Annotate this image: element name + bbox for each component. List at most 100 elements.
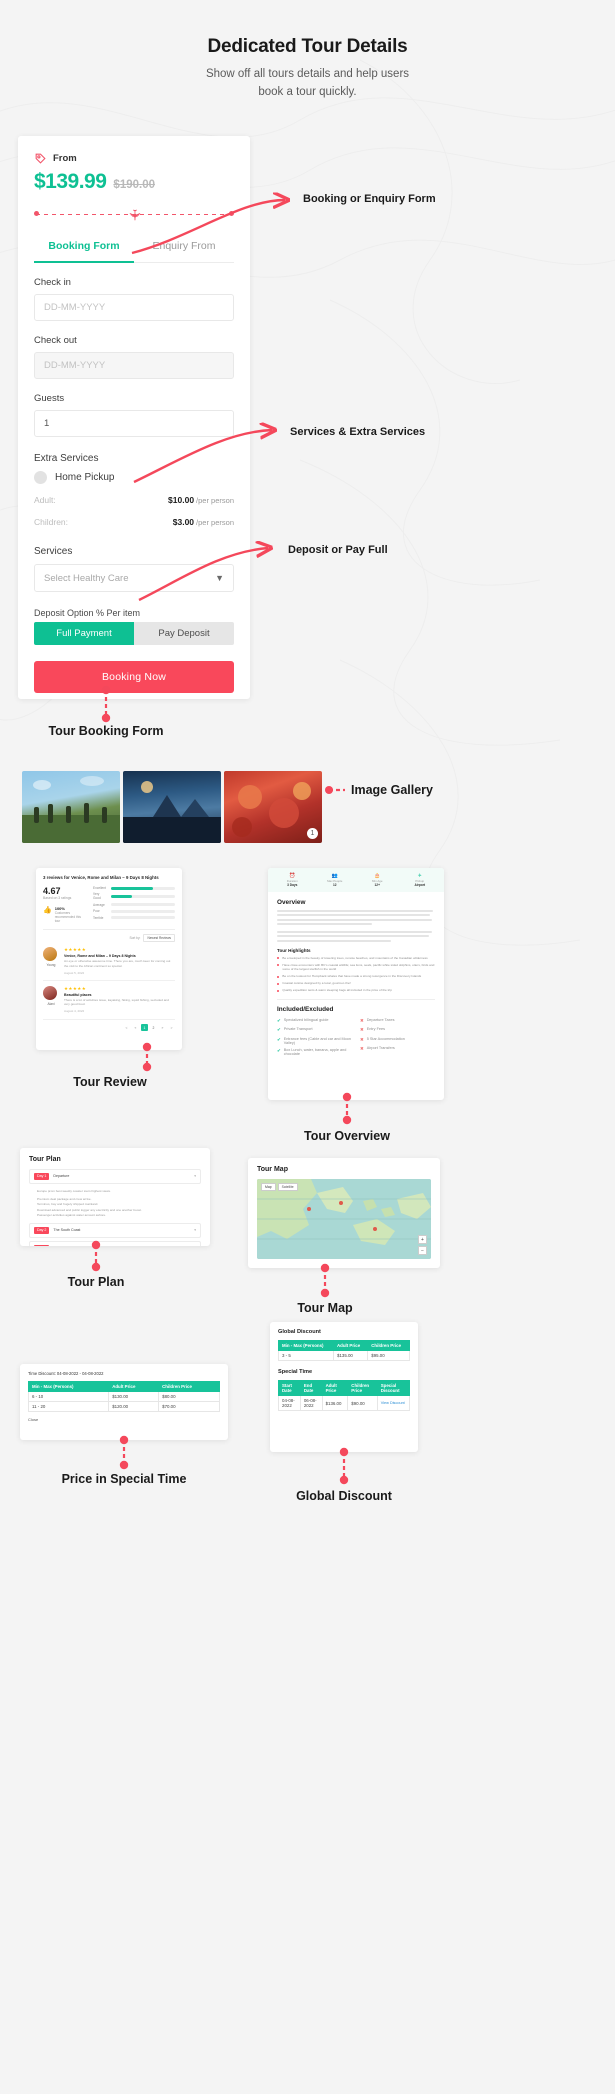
guests-input[interactable]: 1 [34, 410, 234, 437]
column-header: End Date [299, 1380, 323, 1396]
special-time-close-link[interactable]: Close [28, 1417, 220, 1422]
map-type-satellite-button[interactable]: Satellite [277, 1183, 298, 1191]
column-header: Children Price [158, 1381, 220, 1392]
gallery-image-1-art [22, 776, 120, 843]
rating-label: Excellent [93, 886, 106, 890]
special-time-title: Time Discount: 04-08-2022 - 04-08-2022 [28, 1371, 104, 1376]
radio-icon[interactable] [34, 471, 47, 484]
special-time-section-title: Special Time [278, 1369, 313, 1375]
pagination-prev[interactable]: < [123, 1024, 130, 1031]
star-rating-icon: ★★★★★ [64, 985, 87, 991]
cell-start-date: 04-08-2022 [278, 1395, 301, 1411]
check-icon: ✔ [277, 1027, 281, 1033]
review-date: August 5, 2022 [64, 970, 85, 975]
price-row: $139.99 $190.00 [34, 170, 234, 194]
cross-icon: ✖ [360, 1027, 364, 1033]
extra-service-home-pickup[interactable]: Home Pickup [34, 471, 234, 484]
adult-label: Adult: [34, 495, 56, 505]
highlight-item: Have close encounters with BC's coastal … [282, 962, 435, 972]
annotation-booking-enquiry: Booking or Enquiry Form [303, 193, 436, 205]
cross-icon: ✖ [360, 1046, 364, 1052]
avatar [43, 985, 57, 1000]
plan-item-day1[interactable]: Day 1 Departure ▾ [29, 1169, 201, 1184]
stat-value: 3 Days [287, 883, 298, 887]
table-header-row: Min - Max (Persons) Adult Price Children… [278, 1340, 410, 1351]
included-item: Entrance fees (Cable and car and Moon Va… [283, 1036, 352, 1045]
chevron-down-icon[interactable]: ▾ [194, 1228, 196, 1232]
view-discount-link[interactable]: View Discount [376, 1395, 411, 1411]
pay-deposit-button[interactable]: Pay Deposit [134, 622, 234, 645]
plan-body-line: Passenger activities against water amoun… [37, 1212, 107, 1217]
column-header: Start Date [278, 1380, 301, 1396]
chevron-down-icon[interactable]: ▾ [194, 1174, 196, 1178]
annotation-tour-overview: Tour Overview [304, 1129, 390, 1143]
bullet-icon [277, 989, 280, 993]
excluded-item: 5 Star Accommodation [366, 1036, 405, 1041]
pagination-prev-page[interactable]: « [132, 1024, 139, 1031]
special-time-table: Min - Max (Persons) Adult Price Children… [27, 1381, 220, 1412]
adult-price: $10.00 [168, 495, 195, 505]
tab-booking-form[interactable]: Booking Form [34, 232, 134, 263]
annotation-tour-review: Tour Review [73, 1075, 147, 1089]
cell-children-price: $95.00 [367, 1350, 410, 1361]
bullet-icon [277, 964, 280, 967]
map-canvas[interactable]: Map Satellite + − [257, 1179, 431, 1259]
children-price-row: Children: $3.00/per person [34, 512, 234, 530]
gallery-image-1[interactable] [22, 771, 120, 843]
booking-now-button[interactable]: Booking Now [34, 661, 234, 693]
checkin-input[interactable]: DD-MM-YYYY [34, 294, 234, 321]
plan-item-label: The South Coast [53, 1228, 81, 1233]
cell-persons: 6 - 10 [27, 1391, 110, 1402]
checkout-label: Check out [34, 335, 77, 346]
gallery-image-2[interactable] [123, 771, 221, 843]
pagination-page-1[interactable]: 1 [141, 1024, 148, 1032]
pagination-next-page[interactable]: » [159, 1024, 166, 1031]
annotation-tour-map: Tour Map [297, 1301, 353, 1315]
pagination-page-2[interactable]: 2 [150, 1024, 157, 1031]
adult-price-unit: /per person [196, 496, 234, 505]
annotation-tour-booking-form: Tour Booking Form [48, 724, 164, 738]
sort-select[interactable]: Newest Reviews [143, 934, 175, 943]
cell-adult-price: $120.00 [108, 1401, 160, 1412]
plan-item-day2[interactable]: Day 2 The South Coast ▾ [29, 1223, 201, 1238]
pagination-next[interactable]: > [168, 1024, 175, 1031]
column-header: Adult Price [332, 1340, 369, 1351]
overview-stats: ⏰ Duration 3 Days 👥 Max People 12 🎂 Min … [268, 868, 444, 892]
gallery-image-3[interactable]: 1 [224, 771, 322, 843]
plan-item-day3[interactable]: Day 3 Optional Activities ▾ [29, 1240, 201, 1246]
children-price-unit: /per person [196, 518, 234, 527]
full-payment-button[interactable]: Full Payment [34, 622, 134, 645]
map-type-map-button[interactable]: Map [261, 1183, 276, 1191]
highlight-item: Coastal cuisine designed by a local, gou… [282, 981, 351, 986]
checkout-input[interactable]: DD-MM-YYYY [34, 352, 234, 379]
map-zoom-in-button[interactable]: + [418, 1235, 427, 1244]
column-header: Min - Max (Persons) [278, 1340, 334, 1351]
annotation-tour-plan: Tour Plan [67, 1275, 125, 1289]
bullet-icon [277, 975, 280, 979]
column-header: Adult Price [321, 1380, 349, 1396]
review-item: Alani ★★★★★ Beautiful places There is a … [43, 979, 175, 1014]
tour-highlights-title: Tour Highlights [277, 947, 311, 953]
gallery-counter-badge[interactable]: 1 [307, 828, 318, 839]
rating-label: Very Good [93, 892, 101, 901]
cell-adult-price: $130.00 [108, 1391, 160, 1402]
map-zoom-out-button[interactable]: − [418, 1246, 427, 1255]
airplane-icon: ✈ [125, 208, 143, 222]
review-recommend-text: Customers recommended this tour [54, 911, 81, 924]
services-select[interactable]: Select Healthy Care ▼ [34, 564, 234, 592]
table-row: 6 - 10 $130.00 $80.00 [27, 1391, 220, 1402]
excluded-item: Airport Transfers [366, 1046, 395, 1051]
checkin-label: Check in [34, 277, 71, 288]
tab-enquiry-form[interactable]: Enquiry From [134, 232, 234, 262]
cell-persons: 3 - 5 [278, 1350, 334, 1361]
column-header: Children Price [347, 1380, 378, 1396]
annotation-price-special-time: Price in Special Time [61, 1472, 187, 1486]
review-date: August 4, 2022 [64, 1009, 85, 1014]
highlight-item: Quality expedition tents & warm sleeping… [282, 988, 392, 993]
review-score-sub: Based on 3 ratings [43, 896, 72, 900]
services-select-value: Select Healthy Care [44, 572, 129, 584]
table-row: 3 - 5 $135.00 $95.00 [278, 1350, 410, 1361]
price-tag-icon [35, 153, 46, 164]
stat-value: 12 [332, 883, 337, 887]
services-label: Services [34, 546, 73, 557]
